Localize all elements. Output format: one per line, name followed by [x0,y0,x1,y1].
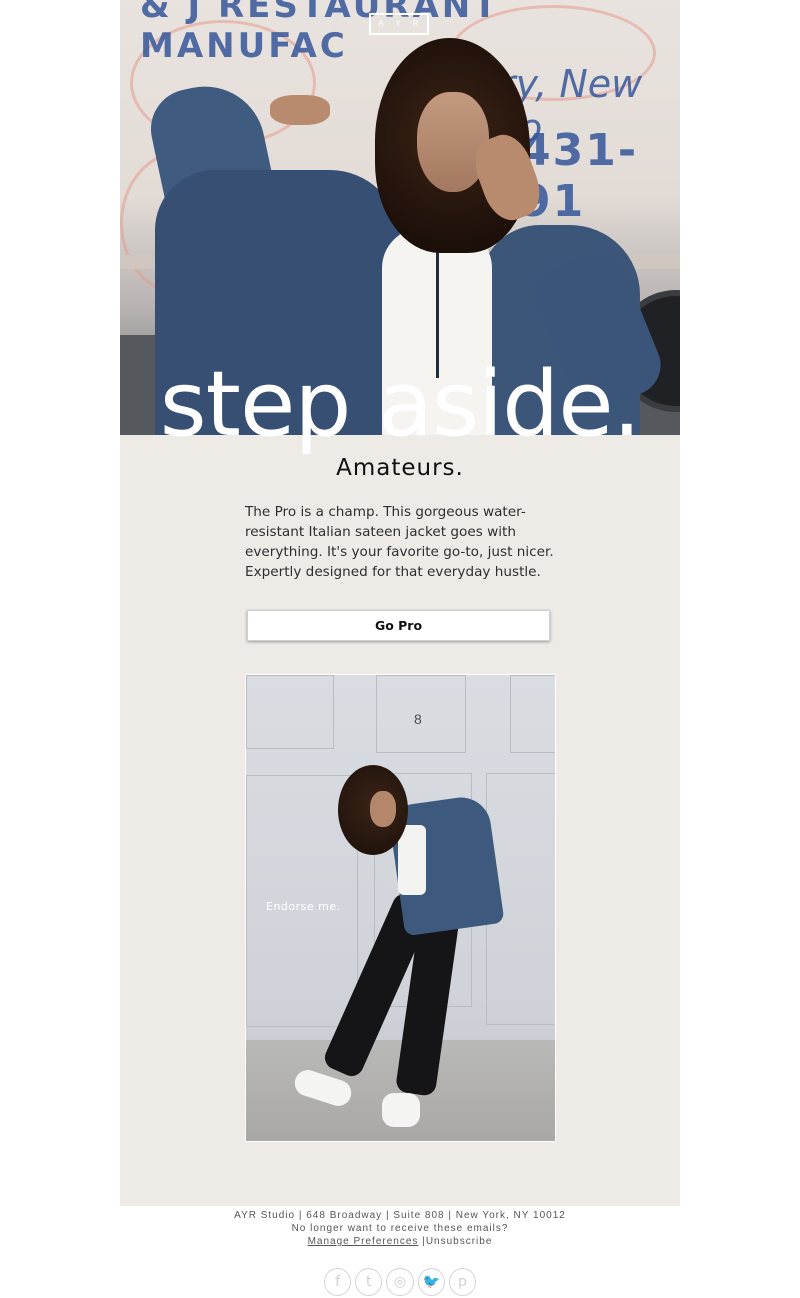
wall-panel [246,675,334,749]
instagram-icon[interactable]: ◎ [386,1268,414,1296]
manage-preferences-link[interactable]: Manage Preferences [308,1236,419,1247]
subheadline: Amateurs. [336,455,464,481]
footer-separator: | [418,1236,426,1247]
footer: AYR Studio | 648 Broadway | Suite 808 | … [0,1209,800,1248]
brand-logo[interactable]: A Y R [369,13,429,35]
body-text: The Pro is a champ. This gorgeous water-… [245,504,554,580]
wall-panel [510,675,555,753]
unsubscribe-link[interactable]: Unsubscribe [426,1236,493,1247]
endorse-me-overlay: Endorse me. [266,900,341,913]
go-pro-button[interactable]: Go Pro [247,610,550,641]
footer-links: Manage Preferences |Unsubscribe [0,1235,800,1248]
door-number: 8 [414,711,422,727]
model-face [370,791,396,827]
email-container: & J RESTAURANT MANUFAC ry, New Yo 431-91… [120,0,680,1206]
pinterest-icon[interactable]: p [448,1268,477,1296]
headline: step aside. [159,352,641,457]
footer-address: AYR Studio | 648 Broadway | Suite 808 | … [234,1210,566,1221]
model-sneaker [382,1093,420,1127]
product-photo[interactable]: 8 Endorse me. [245,674,556,1142]
model-shirt [398,825,426,895]
footer-unsubscribe-prompt: No longer want to receive these emails? [291,1223,509,1234]
social-links: f t ◎ 🐦 p [324,1268,477,1296]
twitter-icon[interactable]: 🐦 [417,1268,445,1296]
facebook-icon[interactable]: f [324,1268,352,1296]
model-hand [270,95,330,125]
truck-lettering: 431-91 [520,125,639,227]
tumblr-icon[interactable]: t [355,1268,383,1296]
